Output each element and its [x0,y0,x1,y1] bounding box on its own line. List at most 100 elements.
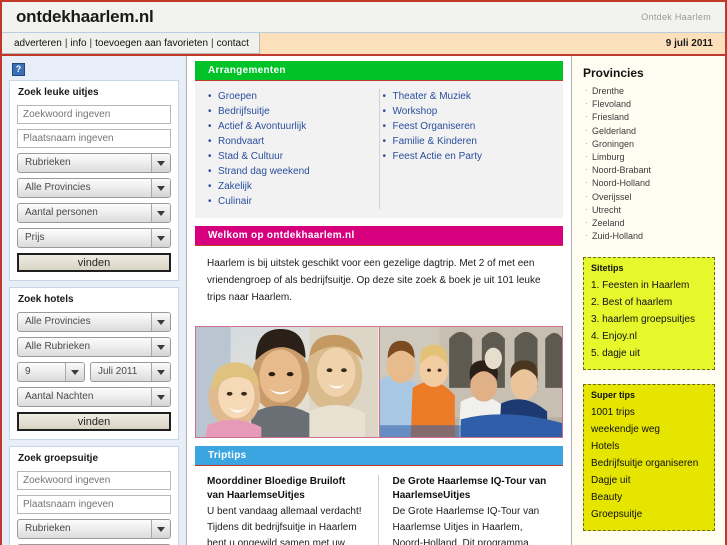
list-item[interactable]: 1. Feesten in Haarlem [591,277,707,294]
provincie-link[interactable]: Zuid-Holland [592,231,643,241]
chevron-down-icon [151,154,170,172]
list-item[interactable]: Groepen [208,89,379,104]
list-item[interactable]: Culinair [208,194,379,209]
provincie-link[interactable]: Zeeland [592,218,625,228]
list-item[interactable]: Overijssel [583,190,715,204]
arrangement-link[interactable]: Feest Organiseren [393,121,476,132]
sitetip-link[interactable]: 2. Best of haarlem [591,297,672,308]
nav-item-adverteren[interactable]: adverteren [14,38,62,49]
sitetip-link[interactable]: 3. haarlem groepsuitjes [591,314,695,325]
arrangement-link[interactable]: Feest Actie en Party [393,151,483,162]
provincie-link[interactable]: Gelderland [592,126,636,136]
uitjes-prijs-select[interactable]: Prijs [17,228,171,248]
arrangement-link[interactable]: Actief & Avontuurlijk [218,121,306,132]
arrangement-link[interactable]: Culinair [218,196,252,207]
uitjes-personen-select[interactable]: Aantal personen [17,203,171,223]
provincie-link[interactable]: Noord-Brabant [592,165,651,175]
arrangement-link[interactable]: Strand dag weekend [218,166,310,177]
arrangement-link[interactable]: Workshop [393,106,438,117]
groep-keyword-input[interactable] [17,471,171,490]
list-item[interactable]: Bedrijfsuitje [208,104,379,119]
supertip-link[interactable]: Beauty [591,492,622,503]
provincie-link[interactable]: Groningen [592,139,634,149]
arrangement-link[interactable]: Groepen [218,91,257,102]
list-item[interactable]: Zuid-Holland [583,229,715,243]
list-item[interactable]: Dagje uit [591,472,707,489]
triptip-title[interactable]: De Grote Haarlemse IQ-Tour van Haarlemse… [393,475,550,503]
supertip-link[interactable]: Groepsuitje [591,509,642,520]
list-item[interactable]: Stad & Cultuur [208,149,379,164]
help-icon[interactable]: ? [12,63,25,76]
list-item[interactable]: Hotels [591,438,707,455]
groep-place-input[interactable] [17,495,171,514]
uitjes-find-button[interactable]: vinden [17,253,171,272]
arrangement-link[interactable]: Stad & Cultuur [218,151,283,162]
list-item[interactable]: Rondvaart [208,134,379,149]
provincie-link[interactable]: Limburg [592,152,625,162]
list-item[interactable]: Actief & Avontuurlijk [208,119,379,134]
uitjes-rubrieken-select[interactable]: Rubrieken [17,153,171,173]
list-item[interactable]: Noord-Brabant [583,163,715,177]
uitjes-provincies-select[interactable]: Alle Provincies [17,178,171,198]
list-item[interactable]: Groningen [583,137,715,151]
list-item[interactable]: Familie & Kinderen [383,134,554,149]
arrangement-link[interactable]: Rondvaart [218,136,264,147]
supertip-link[interactable]: Dagje uit [591,475,630,486]
provincie-link[interactable]: Friesland [592,112,629,122]
triptip-title[interactable]: Moorddiner Bloedige Bruiloft van Haarlem… [207,475,364,503]
list-item[interactable]: 3. haarlem groepsuitjes [591,311,707,328]
hotels-rubrieken-select[interactable]: Alle Rubrieken [17,337,171,357]
list-item[interactable]: Noord-Holland [583,176,715,190]
list-item[interactable]: Workshop [383,104,554,119]
arrangement-link[interactable]: Theater & Muziek [393,91,471,102]
supertip-link[interactable]: Hotels [591,441,619,452]
supertip-link[interactable]: weekendje weg [591,424,660,435]
list-item[interactable]: 2. Best of haarlem [591,294,707,311]
list-item[interactable]: Drenthe [583,84,715,98]
provincie-link[interactable]: Overijssel [592,192,632,202]
list-item[interactable]: Utrecht [583,203,715,217]
list-item[interactable]: Friesland [583,110,715,124]
provincie-link[interactable]: Noord-Holland [592,178,650,188]
list-item[interactable]: Flevoland [583,97,715,111]
list-item[interactable]: Beauty [591,489,707,506]
supertip-link[interactable]: Bedrijfsuitje organiseren [591,458,698,469]
hotels-nachten-select[interactable]: Aantal Nachten [17,387,171,407]
sitetip-link[interactable]: 5. dagje uit [591,348,640,359]
list-item[interactable]: weekendje weg [591,421,707,438]
list-item[interactable]: Limburg [583,150,715,164]
nav-item-contact[interactable]: contact [217,38,249,49]
uitjes-keyword-input[interactable] [17,105,171,124]
nav-item-info[interactable]: info [70,38,86,49]
list-item[interactable]: 4. Enjoy.nl [591,328,707,345]
hotels-find-button[interactable]: vinden [17,412,171,431]
supertip-link[interactable]: 1001 trips [591,407,635,418]
provincie-link[interactable]: Drenthe [592,86,624,96]
list-item[interactable]: Feest Organiseren [383,119,554,134]
supertips-box: Super tips 1001 trips weekendje weg Hote… [583,384,715,532]
list-item[interactable]: Theater & Muziek [383,89,554,104]
list-item[interactable]: Zeeland [583,216,715,230]
provincie-link[interactable]: Flevoland [592,99,631,109]
uitjes-place-input[interactable] [17,129,171,148]
list-item[interactable]: Strand dag weekend [208,164,379,179]
arrangement-link[interactable]: Zakelijk [218,181,252,192]
arrangement-link[interactable]: Bedrijfsuitje [218,106,270,117]
nav-item-favorieten[interactable]: toevoegen aan favorieten [95,38,208,49]
hotels-month-select[interactable]: Juli 2011 [90,362,171,382]
arrangement-link[interactable]: Familie & Kinderen [393,136,477,147]
list-item[interactable]: 5. dagje uit [591,345,707,362]
provincie-link[interactable]: Utrecht [592,205,621,215]
list-item[interactable]: Bedrijfsuitje organiseren [591,455,707,472]
sitetip-link[interactable]: 4. Enjoy.nl [591,331,637,342]
list-item[interactable]: Groepsuitje [591,506,707,523]
list-item[interactable]: Feest Actie en Party [383,149,554,164]
list-item[interactable]: 1001 trips [591,404,707,421]
left-sidebar: ? Zoek leuke uitjes Rubrieken Alle Provi… [2,56,187,545]
groep-rubrieken-select[interactable]: Rubrieken [17,519,171,539]
hotels-provincies-select[interactable]: Alle Provincies [17,312,171,332]
list-item[interactable]: Gelderland [583,124,715,138]
hotels-day-select[interactable]: 9 [17,362,85,382]
list-item[interactable]: Zakelijk [208,179,379,194]
sitetip-link[interactable]: 1. Feesten in Haarlem [591,280,689,291]
